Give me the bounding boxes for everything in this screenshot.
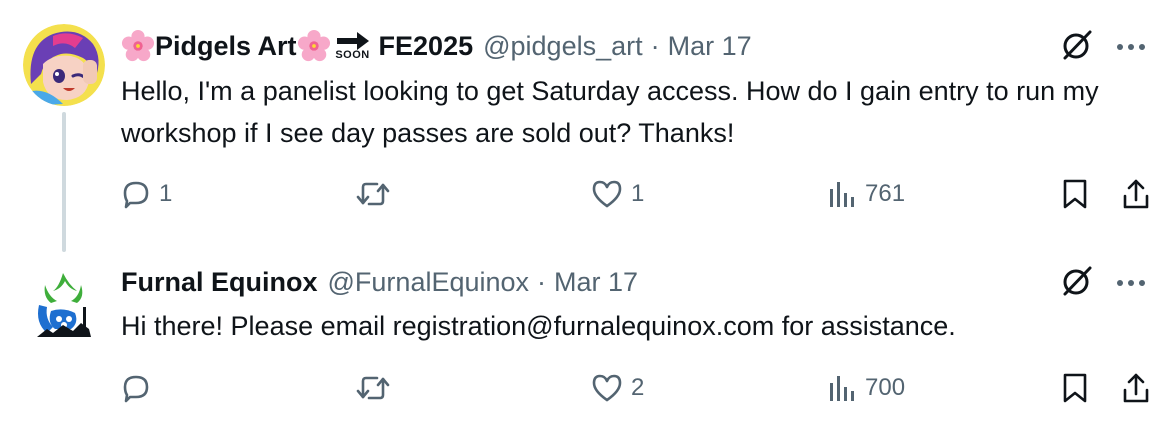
author-name[interactable]: Furnal Equinox [121,267,318,298]
tweet-text: Hi there! Please email registration@furn… [121,311,956,341]
tweet-date[interactable]: Mar 17 [668,31,752,62]
tweet-actions: 1 1 761 [121,176,1156,212]
retweet-button[interactable] [355,370,399,406]
share-icon [1123,373,1149,403]
bookmark-button[interactable] [1061,176,1089,212]
soon-arrow-icon: SOON [333,31,373,61]
reply-icon [123,181,149,209]
reply-count: 1 [159,180,173,207]
avatar[interactable] [23,24,105,106]
avatar[interactable] [23,267,105,349]
like-count: 2 [631,374,645,401]
tweet-top-icons [1060,264,1146,303]
like-button[interactable]: 2 [591,370,644,406]
view-count: 761 [865,180,906,207]
soon-label: SOON [335,48,370,61]
share-icon [1123,179,1149,209]
retweet-icon [356,376,390,400]
bookmark-icon [1063,179,1087,209]
grok-icon[interactable] [1060,264,1094,303]
author-handle[interactable]: @FurnalEquinox [328,267,530,298]
tweet[interactable]: Furnal Equinox @FurnalEquinox · Mar 17 H… [0,250,1174,425]
separator: · [650,30,660,61]
author-name-text: Pidgels Art [155,30,297,61]
tweet-date[interactable]: Mar 17 [554,267,638,298]
view-count: 700 [865,374,906,401]
tweet-top-icons [1060,28,1146,67]
reply-button[interactable] [121,370,159,406]
tweet-actions: 2 700 [121,370,1156,406]
like-count: 1 [631,180,645,207]
like-icon [592,180,622,208]
cherry-blossom-icon [121,29,155,62]
more-icon[interactable] [1116,275,1146,293]
views-icon [830,182,854,207]
reply-icon [123,375,149,403]
share-button[interactable] [1121,370,1151,406]
tweet[interactable]: Pidgels Art SOON FE2025 @pidgels_art · M… [0,0,1174,252]
tweet-text: Hello, I'm a panelist looking to get Sat… [121,76,1099,148]
views-icon [830,376,854,401]
grok-icon[interactable] [1060,28,1094,67]
bookmark-button[interactable] [1061,370,1089,406]
views-button[interactable]: 700 [827,370,905,406]
cherry-blossom-icon [297,29,330,62]
author-handle[interactable]: @pidgels_art [483,31,643,62]
retweet-icon [356,182,390,206]
bookmark-icon [1063,373,1087,403]
tweet-header: Furnal Equinox @FurnalEquinox · Mar 17 [121,262,638,302]
reply-button[interactable]: 1 [121,176,172,212]
retweet-button[interactable] [355,176,399,212]
author-name[interactable]: Pidgels Art SOON FE2025 [121,29,473,63]
author-name-extra: FE2025 [378,30,474,61]
views-button[interactable]: 761 [827,176,905,212]
more-icon[interactable] [1116,39,1146,57]
tweet-header: Pidgels Art SOON FE2025 @pidgels_art · M… [121,26,752,66]
separator: · [537,266,547,297]
like-icon [592,374,622,402]
thread-line [62,112,66,252]
like-button[interactable]: 1 [591,176,644,212]
share-button[interactable] [1121,176,1151,212]
